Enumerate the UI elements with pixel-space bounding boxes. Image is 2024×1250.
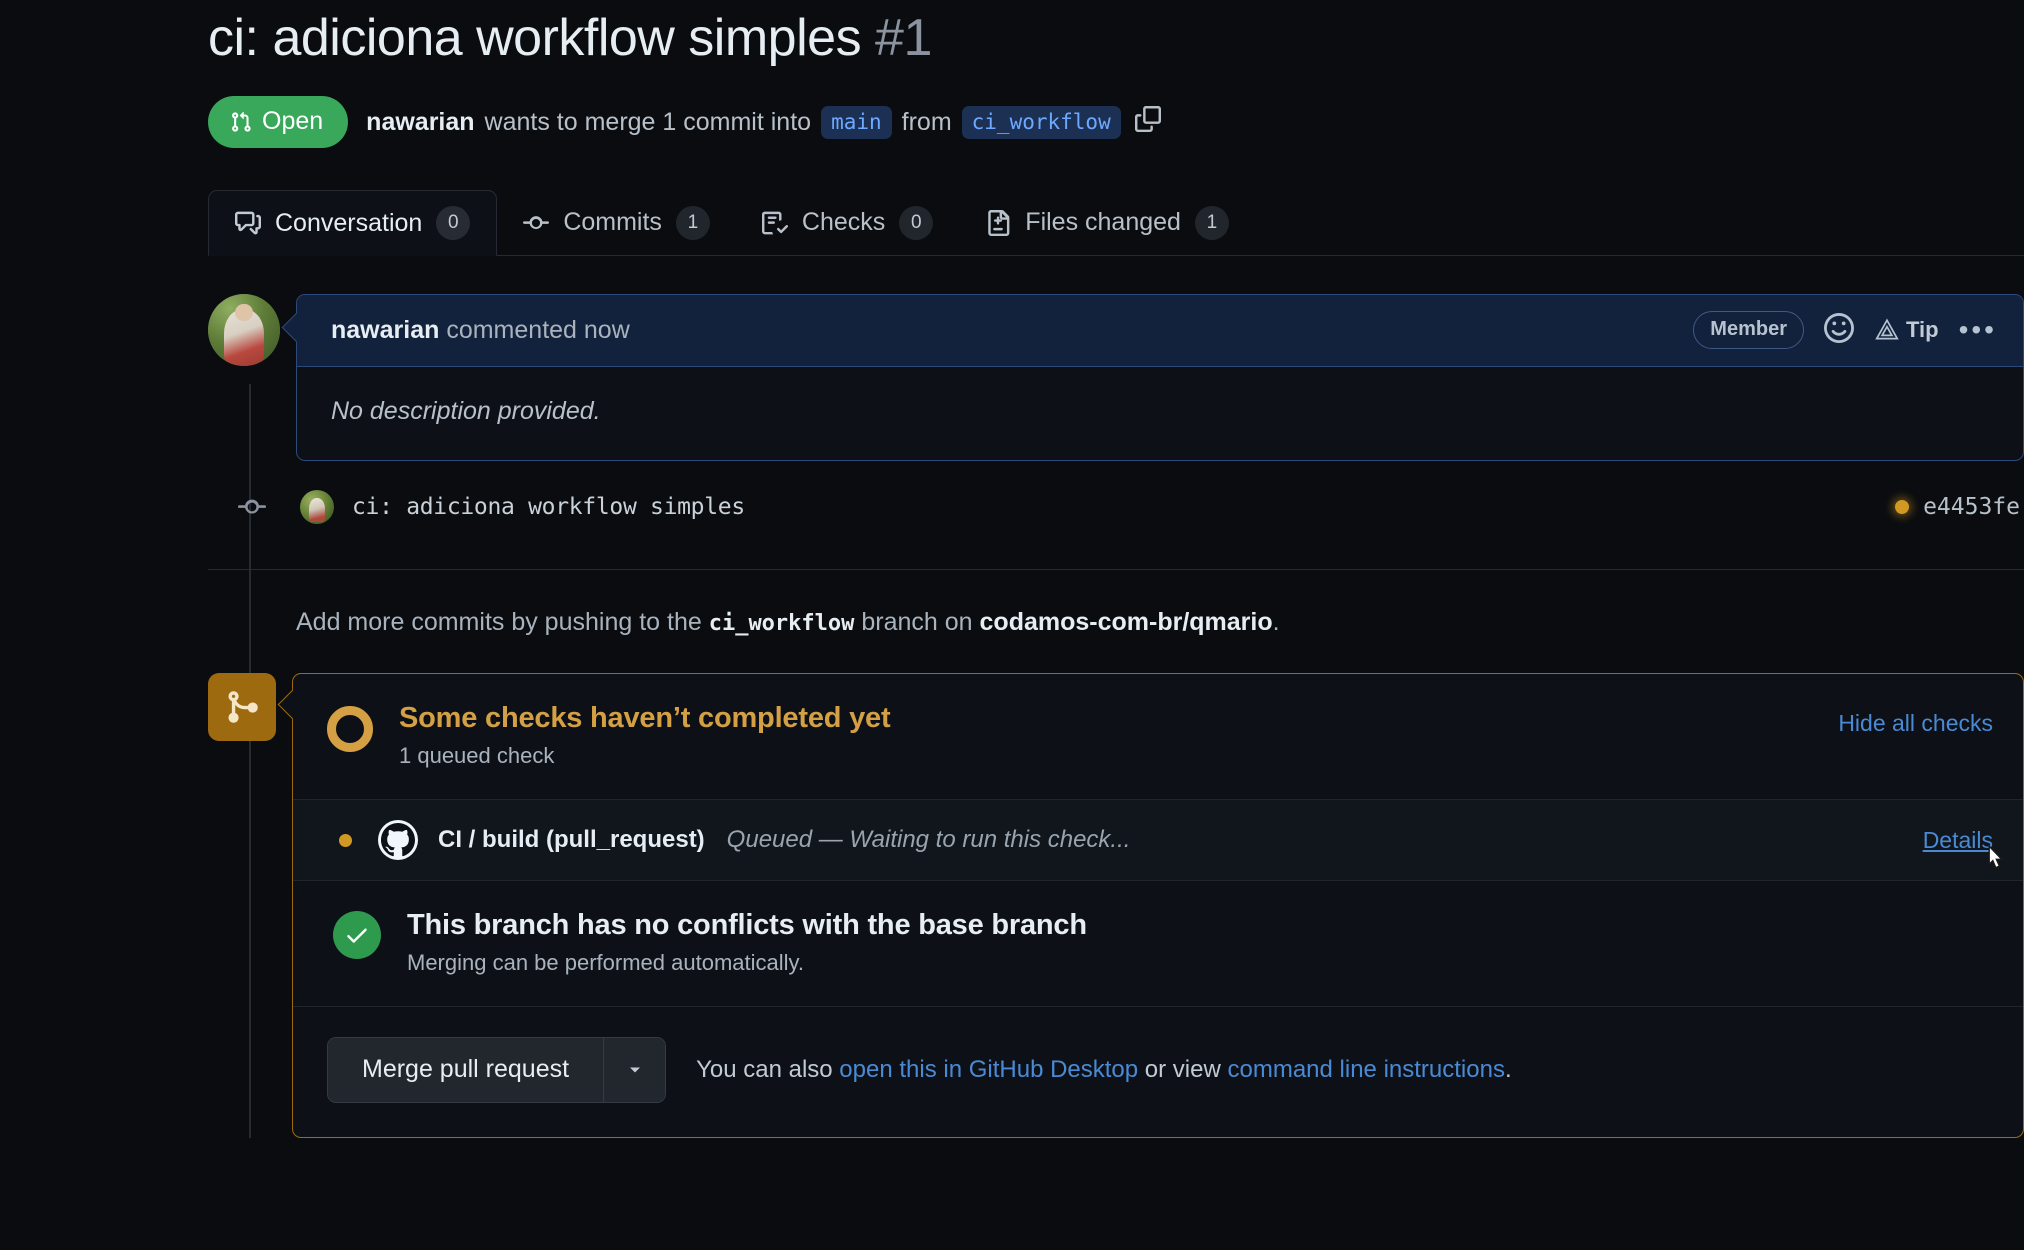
footer-note-middle: or view: [1144, 1056, 1221, 1083]
head-branch-chip[interactable]: ci_workflow: [961, 105, 1121, 139]
checklist-icon: [761, 211, 788, 234]
tab-label: Files changed: [1025, 208, 1181, 236]
tab-label: Checks: [801, 208, 886, 236]
push-note-after: .: [1272, 608, 1280, 636]
comment-action: commented now: [446, 315, 630, 344]
git-commit-icon: [238, 493, 266, 521]
checks-summary-subtitle: 1 queued check: [399, 743, 555, 768]
merge-pull-request-button[interactable]: Merge pull request: [328, 1038, 604, 1102]
push-note-middle: branch on: [861, 608, 973, 636]
git-merge-icon: [208, 673, 276, 741]
commit-sha[interactable]: e4453fe: [1923, 494, 2020, 520]
tab-commits[interactable]: Commits 1: [497, 190, 736, 255]
conversation-timeline: nawarian commented now Member Tip ••• No…: [208, 294, 2024, 1138]
check-row: CI / build (pull_request) Queued — Waiti…: [293, 799, 2023, 881]
merge-footer: Merge pull request You can also open thi…: [293, 1006, 2023, 1137]
commit-status-dot[interactable]: [1895, 500, 1910, 514]
conflict-subtitle: Merging can be performed automatically.: [407, 950, 805, 975]
checks-summary-title: Some checks haven’t completed yet: [399, 702, 891, 734]
details-link[interactable]: Details: [1922, 826, 2004, 869]
comment-header: nawarian commented now Member Tip •••: [297, 295, 2023, 367]
pr-status-line: Open nawarian wants to merge 1 commit in…: [208, 96, 2024, 148]
checks-summary: Some checks haven’t completed yet 1 queu…: [293, 674, 2023, 799]
comment-box: nawarian commented now Member Tip ••• No…: [296, 294, 2024, 461]
check-status-dot: [339, 833, 352, 847]
pr-author: nawarian: [366, 107, 475, 136]
merge-footer-note: You can also open this in GitHub Desktop…: [696, 1056, 1512, 1084]
merge-section: Some checks haven’t completed yet 1 queu…: [208, 673, 2024, 1138]
check-status: Queued — Waiting to run this check...: [726, 826, 1131, 853]
tab-count: 1: [1194, 205, 1229, 240]
kebab-menu-icon[interactable]: •••: [1959, 316, 1997, 344]
tab-label: Commits: [563, 208, 662, 236]
pull-request-icon: [232, 111, 251, 132]
conflict-title: This branch has no conflicts with the ba…: [407, 909, 1087, 941]
commit-author-avatar[interactable]: [300, 490, 334, 524]
push-note-before: Add more commits by pushing to the: [296, 608, 702, 636]
tab-count: 0: [899, 205, 934, 240]
comment-author-line: nawarian commented now: [331, 316, 630, 345]
tab-label: Conversation: [275, 208, 423, 237]
pending-ring-icon: [327, 706, 373, 752]
conflict-text: This branch has no conflicts with the ba…: [407, 909, 1087, 976]
status-badge: Open: [208, 96, 349, 148]
merge-summary: nawarian wants to merge 1 commit into ma…: [366, 105, 1161, 139]
status-badge-label: Open: [262, 107, 324, 135]
push-note-branch: ci_workflow: [708, 611, 855, 636]
chevron-down-icon[interactable]: [603, 1038, 666, 1102]
open-in-github-desktop-link[interactable]: open this in GitHub Desktop: [839, 1056, 1138, 1083]
base-branch-chip[interactable]: main: [821, 105, 892, 139]
pr-title-text: ci: adiciona workflow simples: [208, 9, 862, 67]
pull-request-page: ci: adiciona workflow simples #1 Open na…: [0, 0, 2024, 1250]
pr-number: #1: [875, 9, 932, 67]
comment-thread: nawarian commented now Member Tip ••• No…: [208, 294, 2024, 461]
merge-summary-from: from: [901, 107, 952, 136]
footer-note-after: .: [1504, 1056, 1512, 1083]
conflict-status: This branch has no conflicts with the ba…: [293, 881, 2023, 1006]
tab-checks[interactable]: Checks 0: [736, 190, 959, 255]
smiley-icon[interactable]: [1823, 312, 1854, 348]
command-line-instructions-link[interactable]: command line instructions: [1228, 1056, 1505, 1083]
tip-button[interactable]: Tip: [1874, 317, 1939, 343]
hide-all-checks-link[interactable]: Hide all checks: [1838, 702, 1993, 737]
merge-box: Some checks haven’t completed yet 1 queu…: [292, 673, 2024, 1138]
github-mark-icon: [378, 820, 418, 860]
tip-label: Tip: [1905, 317, 1939, 342]
pr-tabs: Conversation 0 Commits 1 Checks 0 Files …: [208, 190, 2024, 256]
timeline-commit-row: ci: adiciona workflow simples e4453fe: [208, 479, 2024, 535]
git-commit-icon: [523, 215, 550, 229]
commit-sha-group: e4453fe: [1895, 494, 2024, 520]
commit-message[interactable]: ci: adiciona workflow simples: [352, 494, 745, 520]
checks-summary-text: Some checks haven’t completed yet 1 queu…: [399, 702, 891, 769]
timeline-divider: [208, 569, 2024, 570]
merge-summary-prefix: wants to merge 1 commit into: [484, 107, 812, 136]
tab-count: 1: [675, 205, 710, 240]
footer-note-before: You can also: [696, 1056, 833, 1083]
comment-discussion-icon: [235, 211, 261, 235]
tab-conversation[interactable]: Conversation 0: [208, 190, 498, 256]
comment-header-actions: Member Tip •••: [1693, 311, 1997, 349]
merge-button-group: Merge pull request: [327, 1037, 667, 1103]
member-badge: Member: [1693, 311, 1804, 349]
comment-author[interactable]: nawarian: [331, 316, 439, 344]
tab-files-changed[interactable]: Files changed 1: [959, 190, 1255, 255]
pyramid-tip-icon: [1875, 318, 1899, 340]
copy-icon[interactable]: [1134, 105, 1161, 139]
avatar[interactable]: [208, 294, 280, 366]
push-note-repo: codamos-com-br/qmario: [979, 608, 1273, 636]
page-title: ci: adiciona workflow simples #1: [208, 0, 2024, 68]
file-diff-icon: [988, 209, 1010, 236]
check-circle-icon: [333, 911, 381, 959]
tab-count: 0: [436, 206, 471, 240]
details-label: Details: [1922, 826, 1993, 853]
push-instructions: Add more commits by pushing to the ci_wo…: [296, 608, 2024, 637]
comment-body: No description provided.: [331, 397, 601, 425]
check-name[interactable]: CI / build (pull_request): [438, 826, 705, 854]
